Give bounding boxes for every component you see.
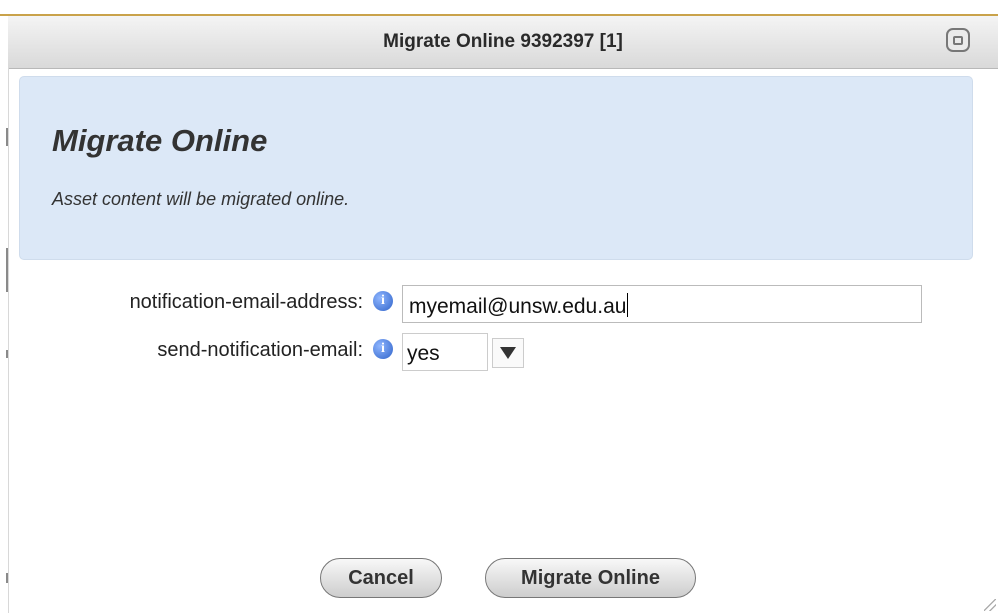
resize-grip[interactable] [984,599,996,611]
dialog-header-panel: Migrate Online Asset content will be mig… [19,76,973,260]
edge-mark [6,128,8,146]
email-value: myemail@unsw.edu.au [409,295,627,318]
send-notification-select[interactable]: yes [402,333,488,371]
info-icon[interactable]: i [373,339,393,359]
migrate-online-dialog: Migrate Online 9392397 [1] Migrate Onlin… [0,0,998,613]
maximize-icon [953,35,963,45]
migrate-online-button[interactable]: Migrate Online [485,558,696,598]
title-bar[interactable]: Migrate Online 9392397 [1] [8,16,998,69]
maximize-button[interactable] [946,28,970,52]
dropdown-toggle[interactable] [492,338,524,368]
dialog-heading: Migrate Online [52,123,268,158]
send-notification-label: send-notification-email: [157,339,363,361]
window-title: Migrate Online 9392397 [1] [383,31,623,52]
notification-email-field[interactable]: myemail@unsw.edu.au [402,285,922,323]
info-icon[interactable]: i [373,291,393,311]
cancel-button[interactable]: Cancel [320,558,442,598]
dialog-description: Asset content will be migrated online. [52,189,350,209]
email-label: notification-email-address: [129,291,363,313]
text-caret [627,293,629,317]
triangle-down-icon [500,347,516,359]
edge-mark [6,573,8,583]
send-notification-value: yes [407,342,440,365]
window-top-accent [0,0,998,16]
